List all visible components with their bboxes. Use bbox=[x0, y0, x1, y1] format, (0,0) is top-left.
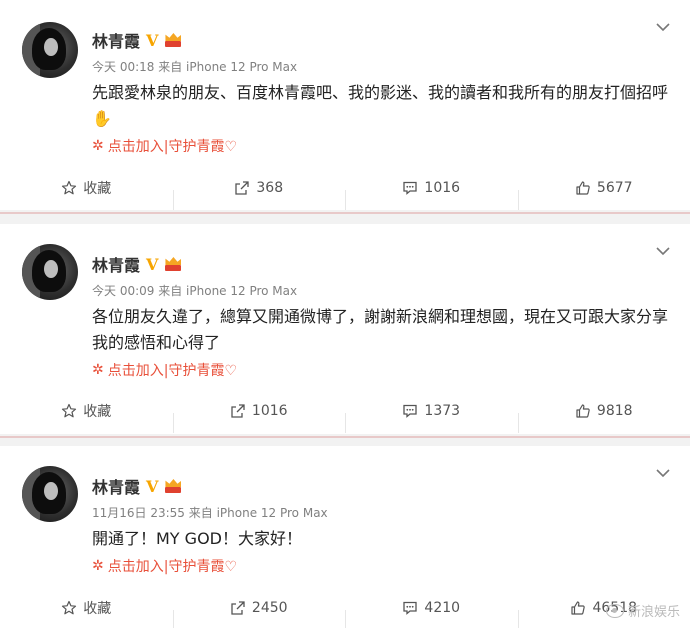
action-bar: 收藏 368 1016 5677 bbox=[0, 168, 690, 210]
star-icon bbox=[62, 180, 77, 195]
repost-count: 1016 bbox=[251, 403, 288, 419]
verified-badge: V bbox=[146, 476, 159, 496]
repost-button[interactable]: 368 bbox=[172, 180, 346, 210]
flower-icon: ✲ bbox=[92, 138, 104, 154]
post-text-body: 各位朋友久違了，總算又開通微博了，謝謝新浪網和理想國，現在又可跟大家分享我的感悟… bbox=[92, 307, 669, 352]
author-name[interactable]: 林青霞 bbox=[92, 28, 140, 52]
post-divider bbox=[0, 212, 690, 214]
favorite-button[interactable]: 收藏 bbox=[0, 178, 173, 198]
post-source: 来自 iPhone 12 Pro Max bbox=[188, 506, 328, 520]
repost-button[interactable]: 2450 bbox=[172, 600, 346, 628]
chevron-down-icon[interactable] bbox=[656, 468, 670, 480]
repost-count: 368 bbox=[256, 180, 284, 196]
join-text: 点击加入|守护青霞♡ bbox=[107, 363, 238, 379]
share-icon bbox=[235, 181, 250, 195]
post-card: 林青霞 V 11月16日 23:55 来自 iPhone 12 Pro Max … bbox=[0, 446, 690, 628]
favorite-label: 收藏 bbox=[83, 181, 112, 197]
thumbs-up-icon bbox=[576, 404, 590, 418]
comment-count: 4210 bbox=[424, 600, 461, 616]
star-icon bbox=[62, 600, 77, 615]
author-name[interactable]: 林青霞 bbox=[92, 252, 140, 276]
verified-badge: V bbox=[146, 30, 159, 50]
post-meta: 11月16日 23:55 来自 iPhone 12 Pro Max bbox=[92, 504, 328, 521]
like-count: 9818 bbox=[596, 403, 633, 419]
comment-button[interactable]: 1016 bbox=[345, 180, 518, 210]
favorite-label: 收藏 bbox=[83, 404, 112, 420]
chevron-down-icon[interactable] bbox=[656, 22, 670, 34]
repost-count: 2450 bbox=[251, 600, 288, 616]
post-source: 来自 iPhone 12 Pro Max bbox=[158, 284, 298, 298]
author-row: 林青霞 V bbox=[92, 28, 182, 52]
like-button[interactable]: 5677 bbox=[517, 180, 690, 210]
comment-icon bbox=[403, 181, 418, 195]
crown-icon bbox=[164, 479, 182, 493]
watermark: 新浪娱乐 bbox=[605, 601, 680, 620]
post-card: 林青霞 V 今天 00:09 来自 iPhone 12 Pro Max 各位朋友… bbox=[0, 224, 690, 434]
crown-icon bbox=[164, 257, 182, 271]
weibo-logo-icon bbox=[605, 603, 624, 618]
comment-icon bbox=[403, 404, 418, 418]
verified-badge: V bbox=[146, 254, 159, 274]
share-icon bbox=[231, 404, 245, 418]
comment-count: 1016 bbox=[424, 180, 461, 196]
post-text-body: 開通了！MY GOD！大家好！ bbox=[92, 529, 302, 548]
comment-count: 1373 bbox=[424, 403, 461, 419]
share-icon bbox=[231, 601, 245, 615]
post-source: 来自 iPhone 12 Pro Max bbox=[158, 60, 298, 74]
thumbs-up-icon bbox=[571, 601, 586, 615]
favorite-button[interactable]: 收藏 bbox=[0, 598, 173, 618]
post-time: 今天 00:18 bbox=[92, 60, 155, 74]
action-bar: 收藏 1016 1373 9818 bbox=[0, 391, 690, 433]
post-text: 各位朋友久違了，總算又開通微博了，謝謝新浪網和理想國，現在又可跟大家分享我的感悟… bbox=[92, 304, 672, 356]
raised-hand-emoji: ✋ bbox=[92, 109, 112, 128]
comment-icon bbox=[403, 601, 418, 615]
action-bar: 收藏 2450 4210 46518 bbox=[0, 588, 690, 628]
star-icon bbox=[62, 403, 77, 418]
post-time: 11月16日 23:55 bbox=[92, 506, 185, 520]
flower-icon: ✲ bbox=[92, 558, 104, 574]
post-meta: 今天 00:18 来自 iPhone 12 Pro Max bbox=[92, 58, 297, 75]
favorite-label: 收藏 bbox=[83, 601, 112, 617]
post-text: 開通了！MY GOD！大家好！ bbox=[92, 526, 672, 552]
post-time: 今天 00:09 bbox=[92, 284, 155, 298]
thumbs-up-icon bbox=[576, 181, 590, 195]
chevron-down-icon[interactable] bbox=[656, 246, 670, 258]
watermark-text: 新浪娱乐 bbox=[627, 605, 680, 620]
weibo-feed: 林青霞 V 今天 00:18 来自 iPhone 12 Pro Max 先跟愛林… bbox=[0, 0, 690, 628]
like-button[interactable]: 9818 bbox=[517, 403, 690, 433]
crown-icon bbox=[164, 33, 182, 47]
author-row: 林青霞 V bbox=[92, 252, 182, 276]
repost-button[interactable]: 1016 bbox=[172, 403, 346, 433]
comment-button[interactable]: 1373 bbox=[345, 403, 518, 433]
avatar[interactable] bbox=[22, 244, 78, 300]
avatar[interactable] bbox=[22, 466, 78, 522]
post-meta: 今天 00:09 来自 iPhone 12 Pro Max bbox=[92, 282, 297, 299]
join-text: 点击加入|守护青霞♡ bbox=[107, 559, 238, 575]
author-row: 林青霞 V bbox=[92, 474, 182, 498]
post-divider bbox=[0, 436, 690, 438]
join-link[interactable]: ✲ 点击加入|守护青霞♡ bbox=[92, 360, 237, 380]
author-name[interactable]: 林青霞 bbox=[92, 474, 140, 498]
join-link[interactable]: ✲ 点击加入|守护青霞♡ bbox=[92, 136, 237, 156]
post-text: 先跟愛林泉的朋友、百度林青霞吧、我的影迷、我的讀者和我所有的朋友打個招呼 ✋ bbox=[92, 80, 672, 132]
post-text-body: 先跟愛林泉的朋友、百度林青霞吧、我的影迷、我的讀者和我所有的朋友打個招呼 bbox=[92, 83, 669, 102]
post-card: 林青霞 V 今天 00:18 来自 iPhone 12 Pro Max 先跟愛林… bbox=[0, 0, 690, 210]
join-link[interactable]: ✲ 点击加入|守护青霞♡ bbox=[92, 556, 237, 576]
avatar[interactable] bbox=[22, 22, 78, 78]
join-text: 点击加入|守护青霞♡ bbox=[107, 139, 238, 155]
favorite-button[interactable]: 收藏 bbox=[0, 401, 173, 421]
flower-icon: ✲ bbox=[92, 362, 104, 378]
comment-button[interactable]: 4210 bbox=[345, 600, 518, 628]
like-count: 5677 bbox=[596, 180, 633, 196]
